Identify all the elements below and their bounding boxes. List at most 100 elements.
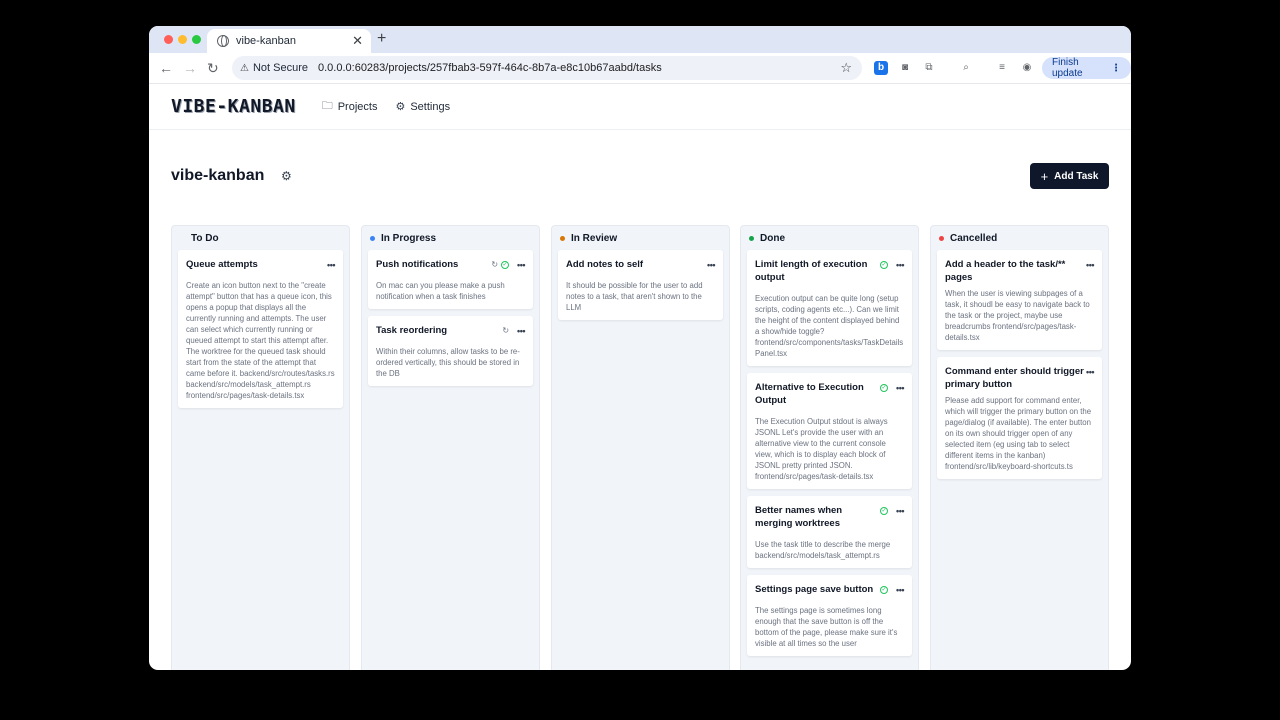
task-card[interactable]: Settings page save button ✓ ••• The sett…	[747, 575, 912, 656]
task-title: Push notifications	[376, 259, 459, 270]
check-circle-icon: ✓	[501, 260, 510, 269]
task-card[interactable]: Alternative to Execution Output ✓ ••• Th…	[747, 373, 912, 489]
task-description: Execution output can be quite long (setu…	[755, 294, 904, 358]
task-title: Better names when merging worktrees	[755, 505, 843, 529]
bookmark-star-icon[interactable]: ☆	[840, 60, 852, 76]
more-options-icon[interactable]: •••	[1086, 367, 1094, 377]
kebab-menu-icon[interactable]: ⋮	[1111, 63, 1121, 74]
column-title: In Review	[571, 232, 618, 244]
task-description: Please add support for command enter, wh…	[945, 396, 1092, 471]
forward-icon[interactable]: →	[183, 60, 197, 76]
status-dot	[180, 236, 185, 241]
task-title: Task reordering	[376, 325, 448, 336]
url-text[interactable]: 0.0.0.0:60283/projects/257fbab3-597f-464…	[318, 62, 840, 74]
kanban-board: To Do Queue attempts ••• Create an icon …	[171, 225, 1109, 670]
task-title: Limit length of execution output	[755, 259, 868, 283]
column-header: To Do	[178, 232, 343, 244]
tab-strip: vibe-kanban ✕ +	[149, 26, 1131, 53]
browser-toolbar: ← → ↻ ⚠ Not Secure 0.0.0.0:60283/project…	[149, 53, 1131, 84]
add-task-label: Add Task	[1054, 170, 1099, 182]
more-options-icon[interactable]: •••	[896, 383, 904, 393]
status-dot	[939, 235, 944, 241]
app-logo[interactable]: VIBE-KANBAN	[171, 96, 296, 117]
column-header: In Review	[558, 232, 723, 244]
nav-projects-label: Projects	[337, 100, 378, 113]
status-dot	[370, 235, 375, 241]
task-card[interactable]: Limit length of execution output ✓ ••• E…	[747, 250, 912, 366]
puzzle-extensions-icon[interactable]: ⧉	[922, 61, 936, 75]
task-title: Add a header to the task/** pages	[945, 259, 1066, 283]
status-dot	[560, 235, 565, 241]
warning-icon: ⚠	[240, 62, 249, 74]
minimize-window-button[interactable]	[178, 35, 187, 44]
folder-icon: 🗀	[321, 100, 333, 112]
gear-icon: ⚙	[395, 101, 406, 113]
more-options-icon[interactable]: •••	[896, 585, 904, 595]
more-options-icon[interactable]: •••	[896, 260, 904, 270]
column-todo: To Do Queue attempts ••• Create an icon …	[171, 225, 350, 670]
tab-title: vibe-kanban	[236, 35, 296, 47]
column-title: Cancelled	[950, 232, 998, 244]
task-title: Command enter should trigger primary but…	[945, 366, 1084, 390]
globe-icon	[217, 35, 229, 47]
column-header: In Progress	[368, 232, 533, 244]
plus-icon: +	[1040, 168, 1049, 184]
more-options-icon[interactable]: •••	[707, 260, 715, 270]
task-card[interactable]: Add a header to the task/** pages ••• Wh…	[937, 250, 1102, 350]
finish-update-button[interactable]: Finish update ⋮	[1042, 57, 1131, 79]
more-options-icon[interactable]: •••	[896, 506, 904, 516]
column-cancelled: Cancelled Add a header to the task/** pa…	[930, 225, 1109, 670]
task-card[interactable]: Queue attempts ••• Create an icon button…	[178, 250, 343, 408]
task-card[interactable]: Command enter should trigger primary but…	[937, 357, 1102, 479]
task-description: Create an icon button next to the "creat…	[186, 281, 335, 400]
media-queue-icon[interactable]: ≡	[995, 61, 1009, 75]
back-icon[interactable]: ←	[159, 60, 173, 76]
column-in-progress: In Progress Push notifications ↻ ✓ ••• O…	[361, 225, 540, 670]
profile-avatar-icon[interactable]: ◉	[1020, 61, 1034, 75]
task-card[interactable]: Add notes to self ••• It should be possi…	[558, 250, 723, 320]
more-options-icon[interactable]: •••	[327, 260, 335, 270]
column-header: Cancelled	[937, 232, 1102, 244]
security-label[interactable]: Not Secure	[253, 62, 308, 74]
address-bar[interactable]: ⚠ Not Secure 0.0.0.0:60283/projects/257f…	[232, 56, 862, 80]
task-card[interactable]: Push notifications ↻ ✓ ••• On mac can yo…	[368, 250, 533, 309]
task-description: When the user is viewing subpages of a t…	[945, 289, 1090, 342]
column-title: Done	[760, 232, 785, 244]
zoom-window-button[interactable]	[192, 35, 201, 44]
task-description: The Execution Output stdout is always JS…	[755, 417, 888, 481]
check-circle-icon: ✓	[880, 506, 889, 515]
camera-icon[interactable]: ◙	[898, 61, 912, 75]
column-header: Done	[747, 232, 912, 244]
tab-search-icon[interactable]: ⌕	[959, 61, 973, 75]
task-description: On mac can you please make a push notifi…	[376, 281, 505, 301]
task-description: It should be possible for the user to ad…	[566, 281, 703, 312]
task-card[interactable]: Task reordering ↻ ••• Within their colum…	[368, 316, 533, 386]
task-title: Queue attempts	[186, 259, 258, 270]
column-in-review: In Review Add notes to self ••• It shoul…	[551, 225, 730, 670]
column-title: In Progress	[381, 232, 437, 244]
close-window-button[interactable]	[164, 35, 173, 44]
project-settings-gear-icon[interactable]: ⚙	[281, 169, 292, 183]
nav-settings[interactable]: ⚙ Settings	[395, 100, 450, 114]
column-title: To Do	[191, 232, 219, 244]
browser-tab[interactable]: vibe-kanban ✕	[207, 29, 371, 53]
spinner-icon: ↻	[502, 326, 510, 335]
status-dot	[749, 235, 754, 241]
close-tab-icon[interactable]: ✕	[352, 33, 363, 49]
task-card[interactable]: Better names when merging worktrees ✓ ••…	[747, 496, 912, 568]
more-options-icon[interactable]: •••	[517, 326, 525, 336]
task-title: Settings page save button	[755, 584, 874, 595]
more-options-icon[interactable]: •••	[1086, 260, 1094, 270]
check-circle-icon: ✓	[880, 383, 889, 392]
extension-b-icon[interactable]: b	[874, 61, 888, 75]
nav-projects[interactable]: 🗀 Projects	[322, 97, 378, 116]
task-title: Alternative to Execution Output	[755, 382, 864, 406]
more-options-icon[interactable]: •••	[517, 260, 525, 270]
task-title: Add notes to self	[566, 259, 644, 270]
app-header: VIBE-KANBAN 🗀 Projects ⚙ Settings	[149, 84, 1131, 130]
new-tab-button[interactable]: +	[377, 30, 386, 48]
add-task-button[interactable]: + Add Task	[1030, 163, 1109, 189]
reload-icon[interactable]: ↻	[207, 60, 219, 76]
check-circle-icon: ✓	[880, 260, 889, 269]
browser-window: vibe-kanban ✕ + ← → ↻ ⚠ Not Secure 0.0.0…	[149, 26, 1131, 670]
